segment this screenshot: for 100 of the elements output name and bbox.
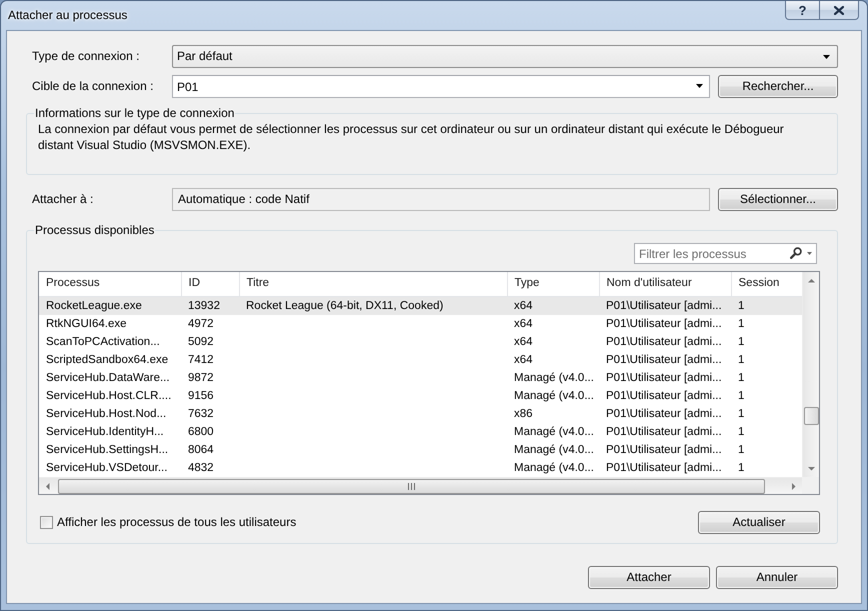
table-cell: 1 [731,296,802,314]
table-cell: RocketLeague.exe [39,296,181,314]
table-cell: 1 [731,314,802,332]
table-cell-text: ServiceHub.Host.CLR.... [45,388,172,404]
field-label: Cible de la connexion : [31,79,154,94]
scroll-right-icon [792,482,796,490]
select-button[interactable]: Sélectionner... [718,188,838,211]
process-row[interactable]: ServiceHub.Host.CLR.... 9156 Managé (v4.0... P01\Utilisateur [admi... 1 [39,386,802,404]
table-cell: RtkNGUI64.exe [39,314,181,332]
table-cell-text: P01\Utilisateur [admi... [605,424,723,440]
checkbox-label[interactable]: Afficher les processus de tous les utilisateurs [57,515,296,530]
table-cell-text: ScriptedSandbox64.exe [45,352,170,368]
group-title: Informations sur le type de connexion [34,106,236,120]
field-label: Attacher à : [31,192,94,207]
caret-icon [823,54,830,58]
caret-icon [807,252,812,254]
process-row[interactable]: ServiceHub.IdentityH... 6800 Managé (v4.0... P01\Utilisateur [admi... 1 [39,422,802,440]
column-header[interactable]: ID [181,272,239,296]
help-button[interactable]: ? [785,1,820,20]
table-cell-text: ScanToPCActivation... [45,334,161,350]
table-cell-text: 6800 [187,424,215,440]
horizontal-scrollbar[interactable] [39,477,802,494]
scrollbar-thumb[interactable] [58,478,765,494]
table-cell-text: x86 [513,406,534,422]
table-cell-text: 9156 [187,388,215,404]
close-icon [834,6,844,14]
column-header[interactable]: Processus [39,272,181,296]
column-header[interactable]: Type [507,272,599,296]
table-cell-text: 1 [737,424,746,440]
group-title: Processus disponibles [34,223,156,237]
table-cell-text: Managé (v4.0... [513,442,595,458]
table-cell-text: ServiceHub.VSDetour... [45,460,168,476]
process-row[interactable]: ScriptedSandbox64.exe 7412 x64 P01\Utilisateur [admi... 1 [39,350,802,368]
scrollbar-thumb[interactable] [804,407,818,425]
table-cell-text: P01\Utilisateur [admi... [605,334,723,350]
scrollbar-corner [802,477,819,494]
table-cell-text: 1 [737,442,746,458]
table-cell-text: Managé (v4.0... [513,388,595,404]
window-title: Attacher au processus [7,7,128,22]
table-cell-text: P01\Utilisateur [admi... [605,352,723,368]
table-cell-text: 1 [737,388,746,404]
table-cell-text: P01\Utilisateur [admi... [605,370,723,386]
table-cell-text: Managé (v4.0... [513,370,595,386]
field-label: Type de connexion : [31,49,140,64]
connection-type-dropdown[interactable]: Par défaut [172,45,838,68]
table-cell-text: 8064 [187,442,215,458]
column-header[interactable]: Titre [239,272,507,296]
table-cell: 4972 [181,314,239,332]
table-cell: x64 [507,314,599,332]
table-cell-text: 1 [737,406,746,422]
table-cell-text: ServiceHub.SettingsH... [45,442,170,458]
table-cell: P01\Utilisateur [admi... [599,296,731,314]
vertical-scrollbar[interactable] [802,272,819,477]
search-button[interactable]: Rechercher... [718,75,838,98]
process-row[interactable]: RtkNGUI64.exe 4972 x64 P01\Utilisateur [admi... 1 [39,314,802,332]
table-cell: x64 [507,296,599,314]
table-cell: 13932 [181,296,239,314]
connection-target-combobox[interactable]: P01 [172,75,710,98]
close-button[interactable] [820,1,859,20]
table-cell-text: Managé (v4.0... [513,424,595,440]
table-cell-text: 7632 [187,406,215,422]
table-cell-text: x64 [513,352,534,368]
table-cell-text: 7412 [187,352,215,368]
process-row[interactable]: ServiceHub.Host.Nod... 7632 x86 P01\Utilisateur [admi... 1 [39,404,802,422]
grip-icon [408,482,415,490]
table-cell-text: ServiceHub.Host.Nod... [45,406,168,422]
table-cell-text: ServiceHub.IdentityH... [45,424,165,440]
refresh-button[interactable]: Actualiser [698,511,820,534]
table-cell-text: 4832 [187,460,215,476]
table-cell-text: x64 [513,334,534,350]
scroll-down-icon [808,466,814,470]
process-row[interactable]: ServiceHub.SettingsH... 8064 Managé (v4.0... P01\Utilisateur [admi... 1 [39,440,802,458]
scroll-up-icon [808,278,814,282]
table-cell: Rocket League (64-bit, DX11, Cooked) [239,296,507,314]
cancel-button[interactable]: Annuler [716,566,838,589]
search-icon [790,247,802,259]
table-cell: P01\Utilisateur [admi... [599,314,731,332]
table-cell-text: P01\Utilisateur [admi... [605,460,723,476]
process-row[interactable]: RocketLeague.exe 13932 Rocket League (64-bit, DX11, Cooked) x64 P01\Utilisateur [admi... 1 [39,296,802,314]
table-cell-text: 5092 [187,334,215,350]
caret-icon [696,84,703,88]
process-row[interactable]: ScanToPCActivation... 5092 x64 P01\Utilisateur [admi... 1 [39,332,802,350]
column-header[interactable]: Nom d'utilisateur [599,272,731,296]
scroll-left-icon [46,482,50,490]
description-text: La connexion par défaut vous permet de sélectionner les processus sur cet ordinateur ou sur un ordinateur distant qui exécute le Débogueur distant Visual Studio (MSVSMON.EXE). [38,121,785,153]
table-cell-text: P01\Utilisateur [admi... [605,442,723,458]
filter-field[interactable]: Filtrer les processus [634,243,817,264]
table-cell-text: 9872 [187,370,215,386]
table-cell-text: P01\Utilisateur [admi... [605,388,723,404]
table-cell-text: P01\Utilisateur [admi... [605,406,723,422]
process-row[interactable]: ServiceHub.VSDetour... 4832 Managé (v4.0... P01\Utilisateur [admi... 1 [39,458,802,476]
attach-button[interactable]: Attacher [588,566,710,589]
table-cell-text: 1 [737,352,746,368]
attach-to-field: Automatique : code Natif [172,188,710,211]
table-cell-text: 1 [737,370,746,386]
table-cell-text: 1 [737,460,746,476]
process-row[interactable]: ServiceHub.DataWare... 9872 Managé (v4.0... P01\Utilisateur [admi... 1 [39,368,802,386]
checkbox[interactable] [40,516,53,529]
table-cell-text: 1 [737,334,746,350]
table-cell-text: Managé (v4.0... [513,460,595,476]
